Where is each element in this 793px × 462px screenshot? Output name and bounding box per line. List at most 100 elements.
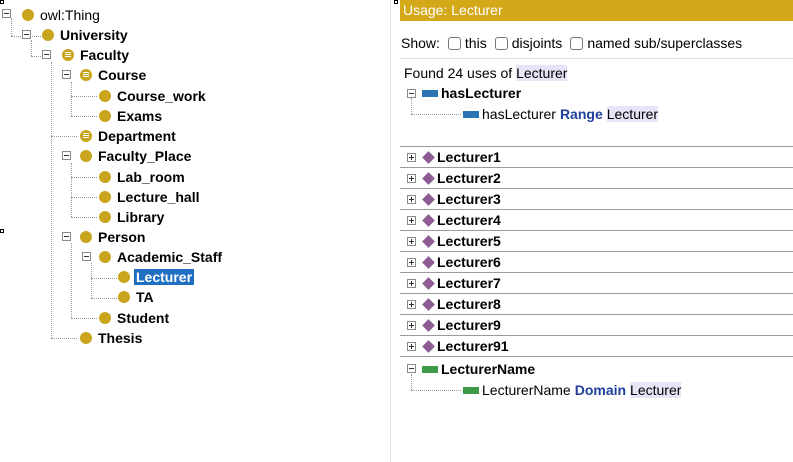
- individual-diamond-icon: [422, 297, 435, 311]
- collapse-toggle-academic-staff[interactable]: [82, 252, 91, 261]
- individual-diamond-icon: [422, 171, 435, 185]
- tree-node-academic-staff[interactable]: Academic_Staff: [99, 247, 222, 267]
- expand-toggle-individual[interactable]: [407, 258, 416, 267]
- usage-group-individual[interactable]: Lecturer2: [422, 168, 501, 188]
- tree-node-lecturer[interactable]: Lecturer: [118, 267, 195, 287]
- collapse-toggle-owl-thing[interactable]: [2, 9, 11, 18]
- tree-node-course[interactable]: Course: [80, 65, 146, 85]
- individual-diamond-icon: [422, 276, 435, 290]
- named-sub-superclasses-checkbox[interactable]: [570, 36, 584, 50]
- tree-node-lecture-hall[interactable]: Lecture_hall: [99, 187, 199, 207]
- tree-node-faculty-place[interactable]: Faculty_Place: [80, 146, 191, 166]
- disjoints-checkbox[interactable]: [494, 36, 508, 50]
- expand-toggle-individual[interactable]: [407, 195, 416, 204]
- collapse-toggle-lecturer-name[interactable]: [407, 364, 416, 373]
- axiom-object: Lecturer: [606, 106, 659, 122]
- tree-node-person[interactable]: Person: [80, 227, 145, 247]
- tree-node-label: Thesis: [98, 330, 143, 346]
- usage-group-lecturer-name[interactable]: LecturerName: [422, 359, 535, 379]
- data-property-icon: [463, 386, 479, 394]
- usage-group-individual[interactable]: Lecturer1: [422, 147, 501, 167]
- usage-group-label: LecturerName: [441, 361, 536, 377]
- tree-node-exams[interactable]: Exams: [99, 106, 162, 126]
- usage-group-individual[interactable]: Lecturer6: [422, 252, 501, 272]
- tree-node-label-selected: Lecturer: [134, 269, 195, 285]
- tree-node-label: Department: [98, 128, 176, 144]
- tree-node-label: Student: [117, 310, 170, 326]
- individual-diamond-icon: [422, 318, 435, 332]
- usage-axiom-lecturer-name-domain[interactable]: LecturerName Domain Lecturer: [463, 380, 682, 400]
- usage-group-label: Lecturer1: [437, 149, 501, 165]
- usage-group-individual[interactable]: Lecturer7: [422, 273, 501, 293]
- usage-group-individual[interactable]: Lecturer3: [422, 189, 501, 209]
- tree-node-ta[interactable]: TA: [118, 287, 154, 307]
- tree-node-label: Course: [98, 67, 147, 83]
- split-pane-divider[interactable]: [390, 0, 400, 462]
- tree-node-owl-thing[interactable]: owl:Thing: [22, 5, 100, 25]
- tree-node-lab-room[interactable]: Lab_room: [99, 167, 185, 187]
- found-entity: Lecturer: [516, 65, 568, 81]
- class-hierarchy-panel: owl:Thing University Faculty Course Cour…: [0, 0, 390, 462]
- class-circle-icon: [80, 231, 92, 243]
- tree-node-label: Faculty: [80, 47, 130, 63]
- usage-group-label: Lecturer6: [437, 254, 501, 270]
- class-circle-icon: [80, 332, 92, 344]
- usage-group-label: Lecturer2: [437, 170, 501, 186]
- show-label: Show:: [401, 35, 440, 51]
- object-property-icon: [463, 110, 479, 118]
- usage-group-individual[interactable]: Lecturer5: [422, 231, 501, 251]
- usage-group-label: Lecturer8: [437, 296, 501, 312]
- usage-group-label: hasLecturer: [441, 85, 522, 101]
- selection-handle: [394, 0, 398, 4]
- tree-node-label: Exams: [117, 108, 163, 124]
- individual-diamond-icon: [422, 234, 435, 248]
- usage-group-label: Lecturer5: [437, 233, 501, 249]
- tree-node-department[interactable]: Department: [80, 126, 176, 146]
- individual-diamond-icon: [422, 255, 435, 269]
- tree-node-library[interactable]: Library: [99, 207, 164, 227]
- tree-node-label: Person: [98, 229, 146, 245]
- usage-group-has-lecturer[interactable]: hasLecturer: [422, 83, 521, 103]
- expand-toggle-individual[interactable]: [407, 342, 416, 351]
- tree-node-label: Course_work: [117, 88, 206, 104]
- collapse-toggle-person[interactable]: [62, 232, 71, 241]
- defined-class-icon: [80, 130, 92, 142]
- axiom-keyword: Range: [559, 106, 603, 122]
- tree-node-thesis[interactable]: Thesis: [80, 328, 142, 348]
- expand-toggle-individual[interactable]: [407, 153, 416, 162]
- expand-toggle-individual[interactable]: [407, 216, 416, 225]
- expand-toggle-individual[interactable]: [407, 279, 416, 288]
- usage-group-individual[interactable]: Lecturer91: [422, 336, 509, 356]
- usage-group-label: Lecturer7: [437, 275, 501, 291]
- expand-toggle-individual[interactable]: [407, 321, 416, 330]
- usage-group-individual[interactable]: Lecturer8: [422, 294, 501, 314]
- collapse-toggle-faculty-place[interactable]: [62, 151, 71, 160]
- individual-diamond-icon: [422, 213, 435, 227]
- tree-node-student[interactable]: Student: [99, 308, 169, 328]
- expand-toggle-individual[interactable]: [407, 237, 416, 246]
- defined-class-icon: [62, 49, 74, 61]
- axiom-subject: hasLecturer: [482, 106, 556, 122]
- usage-group-individual[interactable]: Lecturer9: [422, 315, 501, 335]
- tree-node-course-work[interactable]: Course_work: [99, 86, 206, 106]
- collapse-toggle-faculty[interactable]: [42, 50, 51, 59]
- disjoints-checkbox-label: disjoints: [511, 35, 563, 51]
- collapse-toggle-has-lecturer[interactable]: [407, 89, 416, 98]
- this-checkbox[interactable]: [447, 36, 461, 50]
- axiom-subject: LecturerName: [482, 382, 571, 398]
- usage-group-individual[interactable]: Lecturer4: [422, 210, 501, 230]
- selection-handle: [0, 229, 4, 233]
- collapse-toggle-course[interactable]: [62, 70, 71, 79]
- defined-class-icon: [80, 69, 92, 81]
- expand-toggle-individual[interactable]: [407, 174, 416, 183]
- tree-node-university[interactable]: University: [42, 25, 128, 45]
- usage-axiom-has-lecturer-range[interactable]: hasLecturer Range Lecturer: [463, 104, 659, 124]
- tree-node-label: TA: [136, 289, 154, 305]
- tree-node-faculty[interactable]: Faculty: [62, 45, 129, 65]
- usage-group-label: Lecturer4: [437, 212, 501, 228]
- expand-toggle-individual[interactable]: [407, 300, 416, 309]
- tree-node-label: Library: [117, 209, 165, 225]
- this-checkbox-label: this: [464, 35, 487, 51]
- usage-count-summary: Found 24 uses of Lecturer: [404, 63, 568, 83]
- collapse-toggle-university[interactable]: [22, 30, 31, 39]
